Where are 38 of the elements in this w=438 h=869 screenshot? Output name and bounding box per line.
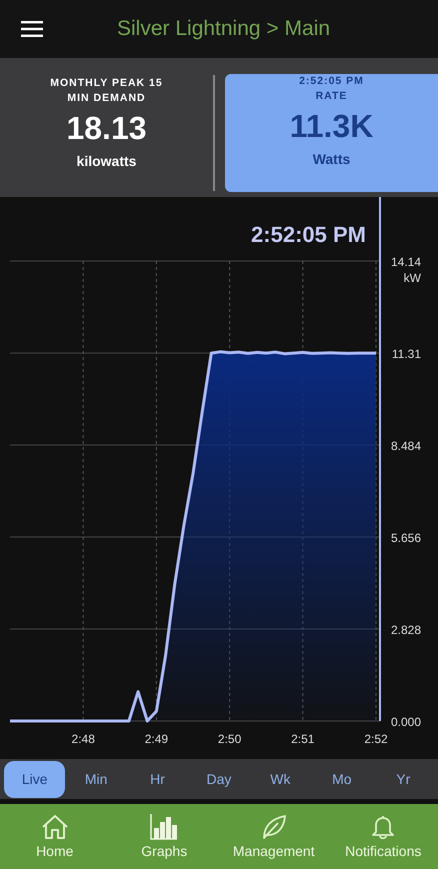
axis-unit: kW: [404, 271, 421, 285]
axis-label: 8.484: [390, 439, 421, 453]
stat-card[interactable]: 2:52:05 PM RATE 11.3K Watts: [225, 74, 438, 192]
axis-label: 2:49: [144, 732, 168, 746]
leaf-icon: [260, 814, 287, 840]
range-tab[interactable]: Yr: [372, 760, 434, 798]
axis-label: 0.000: [390, 715, 421, 729]
stat-caption: MONTHLY PEAK 15 MIN DEMAND: [50, 76, 163, 106]
nav-item[interactable]: Home: [0, 814, 110, 859]
range-tab[interactable]: Min: [65, 760, 127, 798]
nav-item[interactable]: Notifications: [328, 814, 438, 859]
axis-label: 11.31: [392, 347, 421, 362]
stat-value: 18.13: [66, 110, 147, 146]
home-icon: [40, 814, 69, 840]
axis-label: 2:52: [364, 732, 388, 746]
stat-unit: Watts: [312, 150, 350, 166]
axis-label: 2:50: [218, 732, 242, 746]
axis-label: 2:48: [72, 732, 95, 746]
app-title: Silver Lightning > Main: [117, 17, 330, 41]
axis-label: 14.14: [390, 255, 421, 269]
range-tab[interactable]: Live: [4, 760, 66, 798]
bell-icon: [370, 814, 396, 840]
cursor-time: 2:52:05 PM: [251, 222, 366, 247]
range-tab[interactable]: Wk: [250, 760, 312, 798]
range-tab[interactable]: Hr: [126, 760, 188, 798]
bar-chart-icon: [150, 814, 178, 840]
nav-item[interactable]: Management: [219, 814, 328, 859]
axis-label: 5.656: [390, 531, 421, 545]
nav-item[interactable]: Graphs: [110, 814, 219, 859]
range-tab[interactable]: Mo: [311, 760, 373, 798]
stat-value: 11.3K: [290, 108, 374, 144]
axis-label: 2:51: [291, 732, 314, 746]
stat-caption: 2:52:05 PM RATE: [299, 74, 364, 104]
stat-unit: kilowatts: [76, 152, 136, 168]
range-tab[interactable]: Day: [188, 760, 250, 798]
stat-card[interactable]: MONTHLY PEAK 15 MIN DEMAND 18.13 kilowatts: [0, 74, 213, 192]
axis-label: 2.828: [390, 623, 421, 637]
menu-icon[interactable]: [21, 21, 43, 37]
